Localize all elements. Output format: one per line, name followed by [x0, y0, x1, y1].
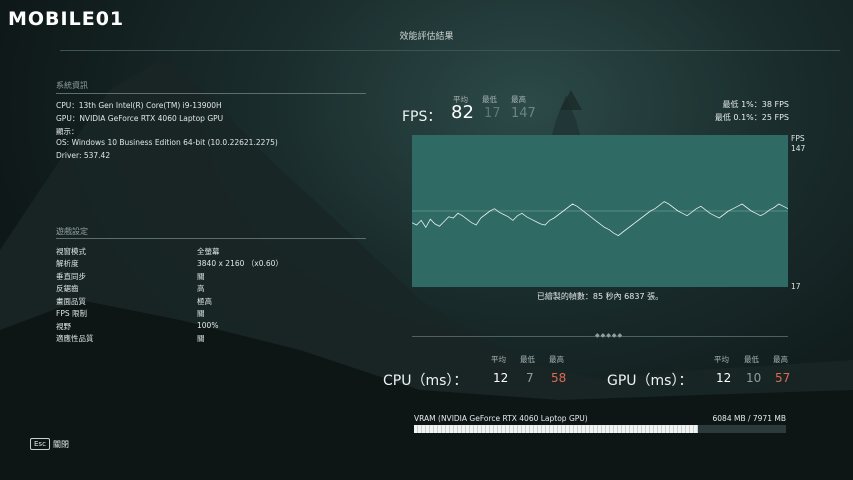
gpu-ms-label: GPU（ms）： [607, 373, 693, 389]
system-info-gpu: GPU：NVIDIA GeForce RTX 4060 Laptop GPU [56, 114, 224, 123]
fps-max-head: 最高 [511, 95, 526, 104]
system-info-driver: Driver: 537.42 [56, 151, 111, 160]
fps-label: FPS： [402, 109, 442, 125]
cpu-ms-label: CPU（ms）： [383, 373, 468, 389]
game-settings-rule [56, 238, 366, 239]
setting-label-quality: 畫面品質 [56, 297, 86, 306]
header-rule [60, 50, 840, 51]
low-01-label: 最低 0.1%： [714, 113, 762, 122]
gpu-max-head: 最高 [773, 355, 788, 364]
system-info-rule [56, 93, 366, 94]
setting-value-window-mode: 全螢幕 [197, 247, 220, 256]
graph-unit-label: FPS [791, 134, 805, 143]
setting-value-vsync: 關 [197, 272, 205, 281]
system-info-os: OS: Windows 10 Business Edition 64-bit (… [56, 138, 278, 147]
cpu-max-head: 最高 [549, 355, 564, 364]
divider-ornament: ◆◆◆◆◆ [595, 332, 624, 339]
low-1-value: 38 FPS [761, 100, 789, 109]
system-info-title: 系統資訊 [56, 81, 88, 90]
cpu-avg-value: 12 [493, 371, 509, 385]
gpu-min-value: 10 [746, 371, 762, 385]
gpu-avg-head: 平均 [714, 355, 729, 364]
fps-max-value: 147 [511, 106, 536, 121]
setting-label-adaptive-quality: 適應性品質 [56, 334, 94, 343]
setting-value-resolution: 3840 x 2160 （x0.60） [197, 259, 283, 268]
cpu-max-value: 58 [551, 371, 567, 385]
mobile01-logo: MOBILE01 [8, 8, 125, 30]
low-1-percent: 最低 1%：38 FPS [609, 99, 789, 110]
system-info-display: 顯示： [56, 127, 79, 136]
game-settings-title: 遊戲設定 [56, 227, 88, 236]
fps-graph [412, 135, 788, 287]
setting-value-anti-aliasing: 高 [197, 284, 205, 293]
frames-rendered-note: 已繪製的幀數：85 秒內 6837 張。 [536, 292, 664, 301]
cpu-avg-head: 平均 [491, 355, 506, 364]
esc-key-icon[interactable]: Esc [30, 438, 50, 450]
graph-y-min-label: 17 [791, 282, 801, 291]
gpu-max-value: 57 [775, 371, 791, 385]
setting-label-fps-limit: FPS 限制 [56, 309, 87, 318]
low-01-percent: 最低 0.1%：25 FPS [609, 112, 789, 123]
setting-value-adaptive-quality: 關 [197, 334, 205, 343]
vram-usage-bar [414, 425, 786, 433]
page-title: 效能評估結果 [399, 32, 454, 42]
fps-min-value: 17 [484, 106, 501, 121]
fps-avg-value: 82 [451, 102, 474, 123]
setting-label-anti-aliasing: 反鋸齒 [56, 284, 79, 293]
setting-label-resolution: 解析度 [56, 259, 79, 268]
cpu-min-value: 7 [526, 371, 534, 385]
close-button[interactable]: 關閉 [53, 439, 69, 450]
setting-label-fov: 視野 [56, 322, 71, 331]
vram-usage-fill [414, 425, 698, 433]
system-info-cpu: CPU：13th Gen Intel(R) Core(TM) i9-13900H [56, 101, 222, 110]
setting-label-window-mode: 視窗模式 [56, 247, 86, 256]
fps-min-head: 最低 [482, 95, 497, 104]
setting-value-fps-limit: 關 [197, 309, 205, 318]
cpu-min-head: 最低 [520, 355, 535, 364]
setting-value-fov: 100% [197, 321, 219, 330]
low-1-label: 最低 1%： [722, 100, 762, 109]
gpu-avg-value: 12 [716, 371, 732, 385]
setting-value-quality: 極高 [197, 297, 212, 306]
gpu-min-head: 最低 [744, 355, 759, 364]
graph-y-max-label: 147 [791, 144, 806, 153]
vram-value: 6084 MB / 7971 MB [712, 414, 786, 423]
setting-label-vsync: 垂直同步 [56, 272, 86, 281]
vram-label: VRAM (NVIDIA GeForce RTX 4060 Laptop GPU… [414, 414, 588, 423]
low-01-value: 25 FPS [761, 113, 789, 122]
